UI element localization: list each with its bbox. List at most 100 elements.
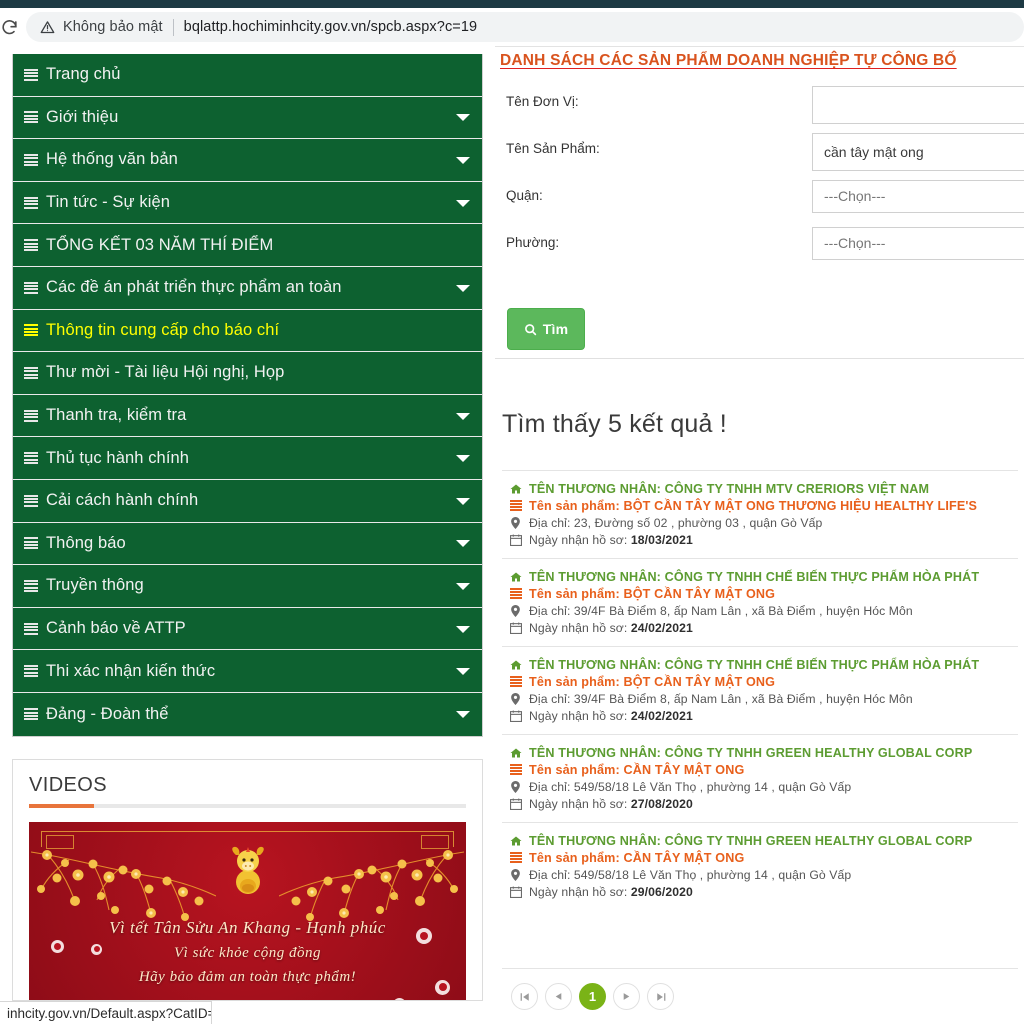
- list-icon: [24, 197, 38, 209]
- product-name[interactable]: Tên sản phẩm: BỘT CẦN TÂY MẬT ONG: [529, 675, 775, 689]
- sidebar-item-tin-tuc-su-kien[interactable]: Tin tức - Sự kiện: [13, 182, 482, 225]
- ten-san-pham-input[interactable]: cần tây mật ong: [812, 133, 1024, 171]
- videos-panel: VIDEOS: [12, 759, 483, 1001]
- pagination-next-button[interactable]: [613, 983, 640, 1010]
- merchant-name[interactable]: TÊN THƯƠNG NHÂN: CÔNG TY TNHH CHẾ BIẾN T…: [529, 570, 979, 584]
- sidebar-item-label: Tin tức - Sự kiện: [46, 193, 170, 212]
- date-label: Ngày nhận hồ sơ:: [529, 533, 627, 547]
- sidebar-item-cac-de-an-phat-trien-thuc-pham-an-toan[interactable]: Các đề án phát triển thực phẩm an toàn: [13, 267, 482, 310]
- sidebar-item-label: Thi xác nhận kiến thức: [46, 662, 215, 681]
- chevron-down-icon[interactable]: [456, 540, 470, 547]
- pagination-first-button[interactable]: [511, 983, 538, 1010]
- sidebar-item-thong-bao[interactable]: Thông báo: [13, 523, 482, 566]
- chevron-down-icon[interactable]: [456, 498, 470, 505]
- sidebar-item-label: Hệ thống văn bản: [46, 150, 178, 169]
- product-name[interactable]: Tên sản phẩm: BỘT CẦN TÂY MẬT ONG THƯƠNG…: [529, 499, 977, 513]
- pagination-prev-button[interactable]: [545, 983, 572, 1010]
- result-item[interactable]: TÊN THƯƠNG NHÂN: CÔNG TY TNHH MTV CRERIO…: [502, 470, 1018, 558]
- chevron-down-icon[interactable]: [456, 413, 470, 420]
- date-label: Ngày nhận hồ sơ:: [529, 885, 627, 899]
- page-title[interactable]: DANH SÁCH CÁC SẢN PHẨM DOANH NGHIỆP TỰ C…: [500, 52, 957, 70]
- reload-icon[interactable]: [0, 14, 22, 40]
- sidebar-item-truyen-thong[interactable]: Truyền thông: [13, 565, 482, 608]
- sidebar-item-label: Thanh tra, kiểm tra: [46, 406, 186, 425]
- list-icon: [24, 367, 38, 379]
- result-date-line: Ngày nhận hồ sơ: 24/02/2021: [502, 620, 1018, 637]
- sidebar-item-thi-xac-nhan-kien-thuc[interactable]: Thi xác nhận kiến thức: [13, 650, 482, 693]
- chevron-down-icon[interactable]: [456, 157, 470, 164]
- url-text[interactable]: bqlattp.hochiminhcity.gov.vn/spcb.aspx?c…: [184, 19, 478, 35]
- result-item[interactable]: TÊN THƯƠNG NHÂN: CÔNG TY TNHH CHẾ BIẾN T…: [502, 646, 1018, 734]
- page-viewport: Trang chủ Giới thiệu Hệ thống văn bản Ti…: [0, 46, 1024, 1024]
- sidebar-item-cai-cach-hanh-chinh[interactable]: Cải cách hành chính: [13, 480, 482, 523]
- results-heading: Tìm thấy 5 kết quả !: [502, 410, 727, 439]
- calendar-icon: [508, 885, 523, 898]
- calendar-icon: [508, 797, 523, 810]
- list-icon: [24, 665, 38, 677]
- sidebar-item-label: Thư mời - Tài liệu Hội nghị, Họp: [46, 363, 284, 382]
- list-icon: [24, 111, 38, 123]
- banner-line-3: Hãy bảo đảm an toàn thực phẩm!: [29, 969, 466, 986]
- result-item[interactable]: TÊN THƯƠNG NHÂN: CÔNG TY TNHH GREEN HEAL…: [502, 734, 1018, 822]
- result-product-line: Tên sản phẩm: CẦN TÂY MẬT ONG: [502, 762, 1018, 779]
- date-text: Ngày nhận hồ sơ: 18/03/2021: [529, 533, 693, 547]
- pagination: 1: [502, 968, 1018, 1010]
- sidebar-item-dang-doan-the[interactable]: Đảng - Đoàn thể: [13, 693, 482, 736]
- chevron-down-icon[interactable]: [456, 583, 470, 590]
- result-date-line: Ngày nhận hồ sơ: 18/03/2021: [502, 532, 1018, 549]
- form-row-ten-san-pham: Tên Sản Phẩm: cần tây mật ong: [495, 133, 1024, 180]
- sidebar-item-thu-moi-tai-lieu-hoi-nghi-hop[interactable]: Thư mời - Tài liệu Hội nghị, Họp: [13, 352, 482, 395]
- result-date-line: Ngày nhận hồ sơ: 27/08/2020: [502, 796, 1018, 813]
- pagination-page-1[interactable]: 1: [579, 983, 606, 1010]
- pagination-last-button[interactable]: [647, 983, 674, 1010]
- sidebar-item-trang-chu[interactable]: Trang chủ: [13, 54, 482, 97]
- result-merchant-line: TÊN THƯƠNG NHÂN: CÔNG TY TNHH CHẾ BIẾN T…: [502, 657, 1018, 674]
- merchant-name[interactable]: TÊN THƯƠNG NHÂN: CÔNG TY TNHH CHẾ BIẾN T…: [529, 658, 979, 672]
- merchant-name[interactable]: TÊN THƯƠNG NHÂN: CÔNG TY TNHH MTV CRERIO…: [529, 482, 929, 496]
- merchant-name[interactable]: TÊN THƯƠNG NHÂN: CÔNG TY TNHH GREEN HEAL…: [529, 746, 972, 760]
- merchant-name[interactable]: TÊN THƯƠNG NHÂN: CÔNG TY TNHH GREEN HEAL…: [529, 834, 972, 848]
- phuong-select[interactable]: ---Chọn---: [812, 227, 1024, 260]
- sidebar-item-gioi-thieu[interactable]: Giới thiệu: [13, 97, 482, 140]
- sidebar-item-he-thong-van-ban[interactable]: Hệ thống văn bản: [13, 139, 482, 182]
- result-address-line: Địa chỉ: 549/58/18 Lê Văn Thọ , phường 1…: [502, 779, 1018, 796]
- result-product-line: Tên sản phẩm: BỘT CẦN TÂY MẬT ONG: [502, 674, 1018, 691]
- chevron-down-icon[interactable]: [456, 200, 470, 207]
- chevron-down-icon[interactable]: [456, 626, 470, 633]
- ten-don-vi-input[interactable]: [812, 86, 1024, 124]
- field-label: Phường:: [506, 235, 559, 250]
- tet-video-banner[interactable]: Vì tết Tân Sửu An Khang - Hạnh phúc Vì s…: [29, 822, 466, 1001]
- banner-line-2: Vì sức khỏe cộng đồng: [29, 945, 466, 962]
- sidebar-item-thanh-tra-kiem-tra[interactable]: Thanh tra, kiểm tra: [13, 395, 482, 438]
- sidebar-item-thong-tin-cung-cap-cho-bao-chi[interactable]: Thông tin cung cấp cho báo chí: [13, 310, 482, 353]
- address-text: Địa chỉ: 23, Đường số 02 , phường 03 , q…: [529, 516, 822, 530]
- chevron-down-icon[interactable]: [456, 668, 470, 675]
- chevron-down-icon[interactable]: [456, 455, 470, 462]
- chevron-down-icon[interactable]: [456, 114, 470, 121]
- date-label: Ngày nhận hồ sơ:: [529, 621, 627, 635]
- address-bar[interactable]: Không bảo mật bqlattp.hochiminhcity.gov.…: [26, 12, 1024, 42]
- sidebar-item-tong-ket-03-nam-thi-diem[interactable]: TỔNG KẾT 03 NĂM THÍ ĐIỂM: [13, 224, 482, 267]
- field-label: Tên Sản Phẩm:: [506, 141, 600, 156]
- date-value: 29/06/2020: [631, 885, 693, 899]
- result-item[interactable]: TÊN THƯƠNG NHÂN: CÔNG TY TNHH CHẾ BIẾN T…: [502, 558, 1018, 646]
- chevron-down-icon[interactable]: [456, 285, 470, 292]
- petal-decoration: [393, 998, 406, 1001]
- sidebar-item-thu-tuc-hanh-chinh[interactable]: Thủ tục hành chính: [13, 437, 482, 480]
- chevron-down-icon[interactable]: [456, 711, 470, 718]
- result-merchant-line: TÊN THƯƠNG NHÂN: CÔNG TY TNHH GREEN HEAL…: [502, 833, 1018, 850]
- product-name[interactable]: Tên sản phẩm: CẦN TÂY MẬT ONG: [529, 851, 744, 865]
- search-button[interactable]: Tìm: [507, 308, 585, 350]
- quan-select[interactable]: ---Chọn---: [812, 180, 1024, 213]
- home-icon: [508, 482, 523, 495]
- result-item[interactable]: TÊN THƯƠNG NHÂN: CÔNG TY TNHH GREEN HEAL…: [502, 822, 1018, 910]
- banner-line-1: Vì tết Tân Sửu An Khang - Hạnh phúc: [29, 918, 466, 938]
- product-name[interactable]: Tên sản phẩm: CẦN TÂY MẬT ONG: [529, 763, 744, 777]
- list-icon: [24, 495, 38, 507]
- banner-text-block: Vì tết Tân Sửu An Khang - Hạnh phúc Vì s…: [29, 918, 466, 986]
- map-pin-icon: [508, 604, 523, 617]
- not-secure-warning-icon: [40, 20, 55, 35]
- sidebar-item-label: Đảng - Đoàn thể: [46, 705, 169, 724]
- sidebar-item-canh-bao-ve-attp[interactable]: Cảnh báo về ATTP: [13, 608, 482, 651]
- product-name[interactable]: Tên sản phẩm: BỘT CẦN TÂY MẬT ONG: [529, 587, 775, 601]
